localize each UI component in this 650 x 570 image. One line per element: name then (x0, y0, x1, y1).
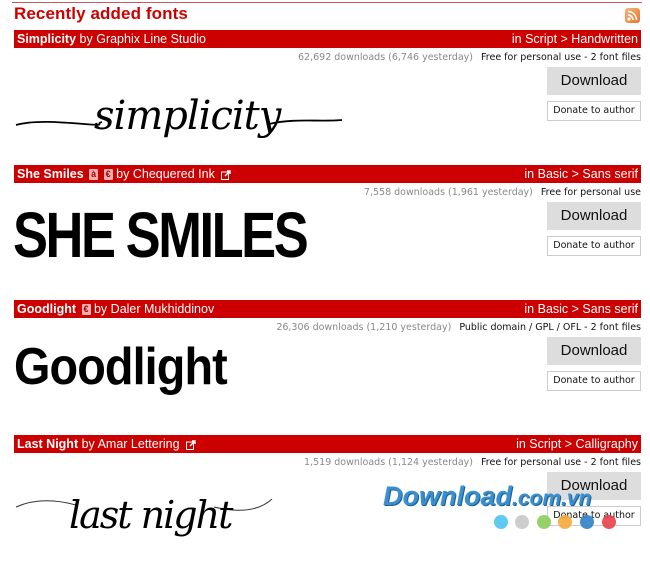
preview-text: last night (69, 493, 233, 537)
page-title: Recently added fonts (14, 4, 188, 23)
donate-button[interactable]: Donate to author (547, 236, 641, 256)
preview-text: simplicity (94, 93, 281, 139)
by-label: by (81, 437, 95, 451)
category-link[interactable]: in Script > Calligraphy (516, 435, 638, 453)
font-header-bar: She Smiles à € by Chequered Ink in Basic… (14, 165, 641, 183)
font-name-link[interactable]: Last Night (17, 437, 78, 451)
category-link[interactable]: in Script > Handwritten (512, 30, 638, 48)
font-header-bar: Goodlight € by Daler Mukhiddinov in Basi… (14, 300, 641, 318)
author-link[interactable]: Graphix Line Studio (96, 32, 206, 46)
euro-badge-icon: € (81, 304, 91, 316)
watermark-dot (558, 515, 572, 529)
license-text: Free for personal use - 2 font files (481, 52, 641, 63)
external-link-icon[interactable] (186, 440, 196, 450)
font-entry-simplicity: Simplicity by Graphix Line Studio in Scr… (14, 30, 641, 165)
watermark-dot (515, 515, 529, 529)
donate-button[interactable]: Donate to author (547, 371, 641, 391)
category-link[interactable]: in Basic > Sans serif (524, 165, 638, 183)
preview-text: Goodlight (14, 338, 228, 396)
author-link[interactable]: Amar Lettering (98, 437, 180, 451)
top-divider (12, 2, 642, 3)
font-preview[interactable]: SHE SMILES (13, 195, 394, 295)
font-header-bar: Last Night by Amar Lettering in Script >… (14, 435, 641, 453)
by-label: by (116, 167, 130, 181)
watermark-dot (494, 515, 508, 529)
font-preview[interactable]: last night (14, 465, 394, 565)
font-entry-she-smiles: She Smiles à € by Chequered Ink in Basic… (13, 165, 641, 300)
font-entry-goodlight: Goodlight € by Daler Mukhiddinov in Basi… (14, 300, 641, 435)
preview-text: SHE SMILES (13, 199, 309, 271)
license-text: Free for personal use (540, 187, 641, 198)
font-meta: 7,558 downloads (1,961 yesterday) Free fo… (364, 187, 641, 198)
watermark-dot (580, 515, 594, 529)
font-name-link[interactable]: She Smiles (17, 167, 84, 181)
font-preview[interactable]: simplicity (14, 60, 394, 160)
category-link[interactable]: in Basic > Sans serif (524, 300, 638, 318)
accents-badge-icon: à (89, 169, 99, 181)
watermark-dot (602, 515, 616, 529)
author-link[interactable]: Daler Mukhiddinov (111, 302, 215, 316)
font-preview[interactable]: Goodlight (14, 330, 394, 430)
license-text: Free for personal use - 2 font files (481, 457, 641, 468)
by-label: by (93, 302, 108, 316)
rss-feed-icon[interactable] (625, 8, 640, 23)
external-link-icon[interactable] (221, 170, 232, 180)
by-label: by (79, 32, 93, 46)
font-name-link[interactable]: Simplicity (17, 32, 76, 46)
font-name-link[interactable]: Goodlight (17, 302, 76, 316)
download-button[interactable]: Download (547, 337, 641, 365)
euro-badge-icon: € (103, 169, 113, 181)
watermark-logo: Download.com.vn (383, 481, 592, 511)
donate-button[interactable]: Donate to author (547, 101, 641, 121)
download-button[interactable]: Download (547, 202, 641, 230)
license-text: Public domain / GPL / OFL - 2 font files (459, 322, 641, 333)
author-link[interactable]: Chequered Ink (133, 167, 215, 181)
download-button[interactable]: Download (547, 67, 641, 95)
watermark-dot (537, 515, 551, 529)
font-header-bar: Simplicity by Graphix Line Studio in Scr… (14, 30, 641, 48)
